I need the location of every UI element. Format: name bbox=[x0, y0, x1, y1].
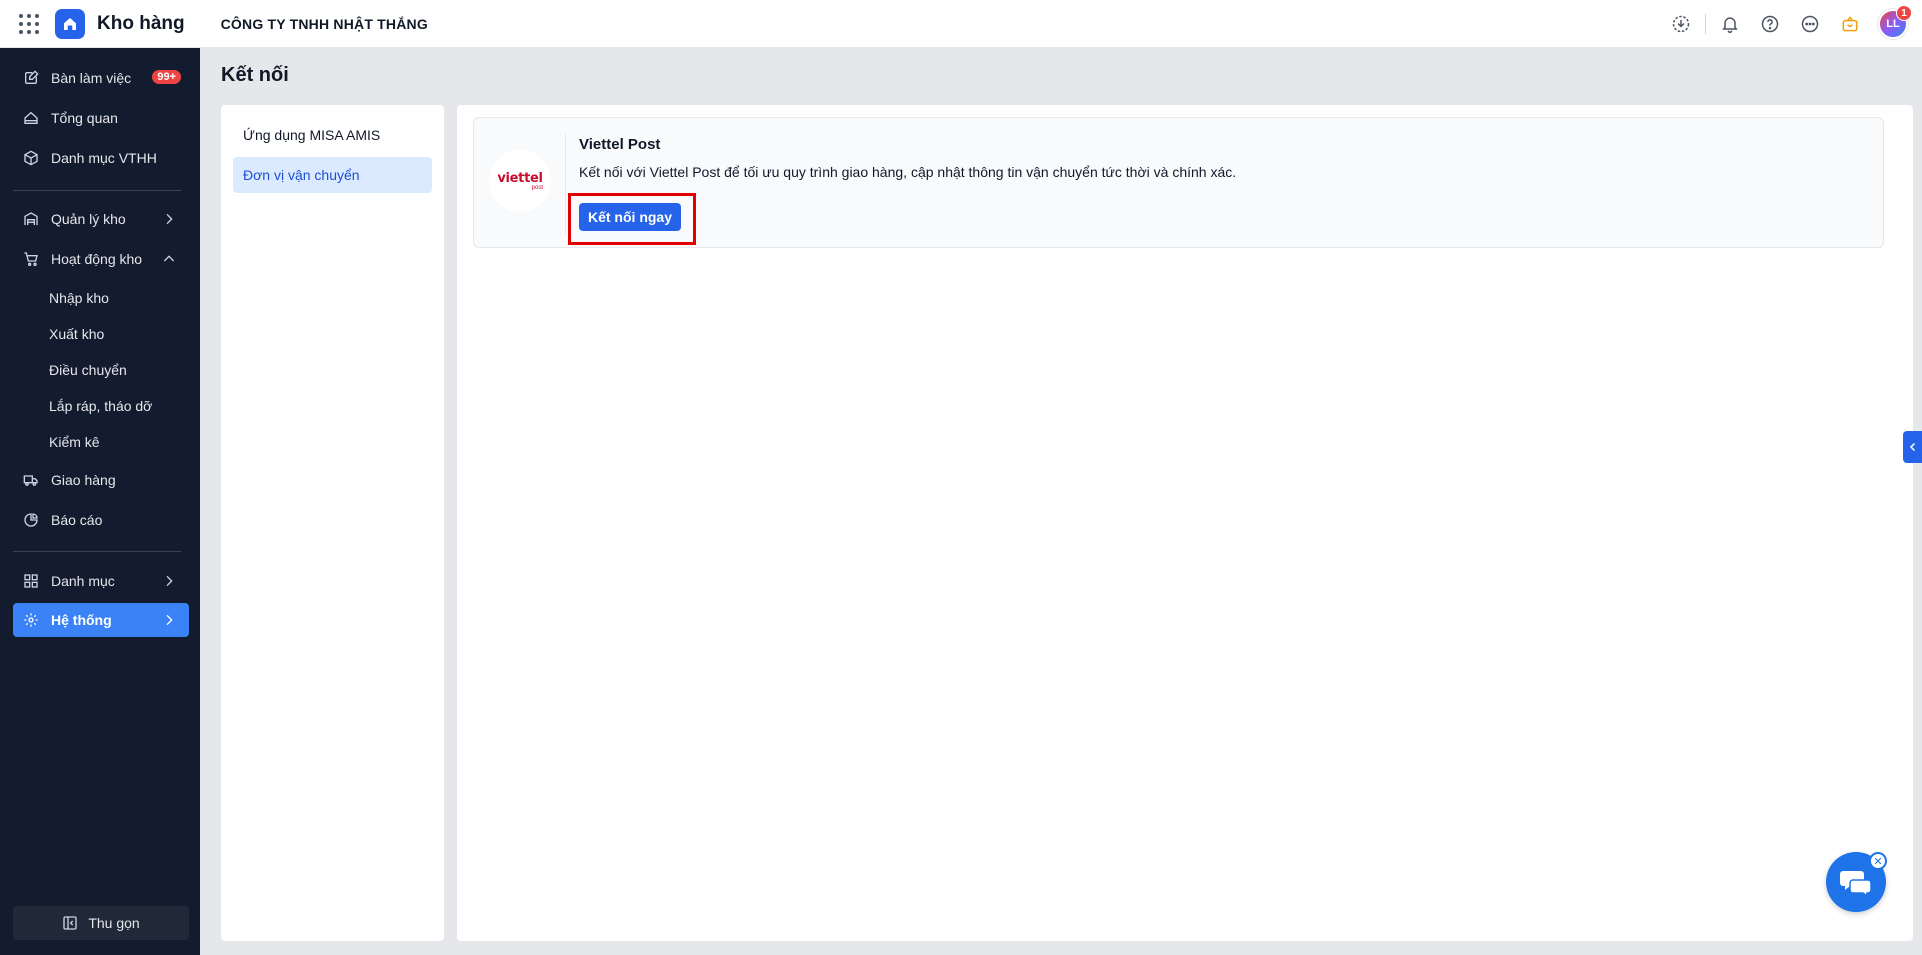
sidebar-item-workspace[interactable]: Bàn làm việc 99+ bbox=[13, 61, 189, 95]
divider bbox=[13, 551, 181, 552]
top-right-actions: LL 1 bbox=[1653, 5, 1912, 40]
sidebar-item-warehouse-ops[interactable]: Hoạt động kho bbox=[13, 242, 189, 276]
chevron-right-icon bbox=[161, 612, 177, 628]
gift-icon[interactable] bbox=[1838, 12, 1862, 36]
menu-item-misa-amis[interactable]: Ứng dụng MISA AMIS bbox=[233, 117, 432, 153]
pie-chart-icon bbox=[21, 510, 41, 530]
card-title: Viettel Post bbox=[579, 136, 661, 153]
chevron-up-icon bbox=[161, 251, 177, 267]
connection-category-panel: Ứng dụng MISA AMIS Đơn vị vận chuyển bbox=[221, 105, 444, 941]
sidebar-item-label: Báo cáo bbox=[51, 512, 103, 528]
home-icon bbox=[21, 108, 41, 128]
chevron-right-icon bbox=[161, 573, 177, 589]
sidebar-item-warehouse-mgmt[interactable]: Quản lý kho bbox=[13, 202, 189, 236]
sidebar-item-label: Bàn làm việc bbox=[51, 70, 132, 86]
company-name[interactable]: CÔNG TY TNHH NHẬT THẮNG bbox=[221, 16, 428, 32]
collapse-icon bbox=[62, 915, 78, 931]
collapse-sidebar-button[interactable]: Thu gọn bbox=[13, 906, 189, 940]
sidebar-item-label: Quản lý kho bbox=[51, 211, 126, 227]
sidebar-subitem-transfer[interactable]: Điều chuyển bbox=[49, 362, 127, 378]
sidebar-item-delivery[interactable]: Giao hàng bbox=[13, 463, 189, 497]
menu-item-shipping-units[interactable]: Đơn vị vận chuyển bbox=[233, 157, 432, 193]
more-icon[interactable] bbox=[1798, 12, 1822, 36]
chevron-right-icon bbox=[161, 211, 177, 227]
viettel-post-logo: viettel post bbox=[489, 150, 551, 212]
avatar[interactable]: LL 1 bbox=[1878, 5, 1912, 39]
sidebar-item-label: Danh mục VTHH bbox=[51, 150, 157, 166]
sidebar: Bàn làm việc 99+ Tổng quan Danh mục VTHH… bbox=[0, 48, 200, 955]
top-bar: Kho hàng CÔNG TY TNHH NHẬT THẮNG LL 1 bbox=[0, 0, 1922, 48]
bell-icon[interactable] bbox=[1718, 12, 1742, 36]
truck-icon bbox=[21, 470, 41, 490]
cart-icon bbox=[21, 249, 41, 269]
card-description: Kết nối với Viettel Post để tối ưu quy t… bbox=[579, 164, 1237, 180]
notification-badge: 1 bbox=[1896, 5, 1912, 21]
expand-panel-tab[interactable] bbox=[1903, 431, 1922, 463]
logo-subtext: post bbox=[531, 184, 543, 191]
sidebar-item-overview[interactable]: Tổng quan bbox=[13, 101, 189, 135]
sidebar-item-reports[interactable]: Báo cáo bbox=[13, 503, 189, 537]
divider bbox=[13, 190, 181, 191]
sidebar-subitem-import[interactable]: Nhập kho bbox=[49, 290, 109, 306]
close-icon[interactable]: ✕ bbox=[1869, 852, 1887, 870]
home-logo-icon[interactable] bbox=[55, 8, 85, 39]
page-title: Kết nối bbox=[221, 64, 289, 86]
avatar-initials: LL bbox=[1886, 18, 1900, 30]
sidebar-item-label: Hệ thống bbox=[51, 612, 112, 628]
sidebar-subitem-assembly[interactable]: Lắp ráp, tháo dỡ bbox=[49, 398, 152, 414]
sidebar-subitem-export[interactable]: Xuất kho bbox=[49, 326, 104, 342]
chat-icon bbox=[1840, 871, 1872, 897]
help-icon[interactable] bbox=[1758, 12, 1782, 36]
download-icon[interactable] bbox=[1669, 12, 1693, 36]
divider bbox=[1705, 14, 1706, 34]
highlight-annotation bbox=[568, 193, 696, 245]
sidebar-item-catalog-vthh[interactable]: Danh mục VTHH bbox=[13, 141, 189, 175]
box-icon bbox=[21, 148, 41, 168]
warehouse-icon bbox=[21, 209, 41, 229]
logo-text: viettel bbox=[497, 170, 543, 186]
sidebar-item-label: Giao hàng bbox=[51, 472, 116, 488]
grid-icon bbox=[21, 571, 41, 591]
sidebar-subitem-inventory-check[interactable]: Kiểm kê bbox=[49, 434, 100, 450]
sidebar-item-label: Tổng quan bbox=[51, 110, 118, 126]
gear-icon bbox=[21, 610, 41, 630]
app-launcher-icon[interactable] bbox=[19, 13, 39, 34]
count-badge: 99+ bbox=[152, 70, 181, 84]
sidebar-item-label: Hoạt động kho bbox=[51, 251, 143, 267]
collapse-label: Thu gọn bbox=[88, 915, 140, 931]
app-title[interactable]: Kho hàng bbox=[97, 13, 185, 35]
divider bbox=[565, 134, 566, 234]
edit-icon bbox=[21, 68, 41, 88]
chevron-left-icon bbox=[1909, 442, 1915, 452]
sidebar-item-label: Danh mục bbox=[51, 573, 115, 589]
sidebar-item-categories[interactable]: Danh mục bbox=[13, 564, 189, 598]
sidebar-item-system[interactable]: Hệ thống bbox=[13, 603, 189, 637]
